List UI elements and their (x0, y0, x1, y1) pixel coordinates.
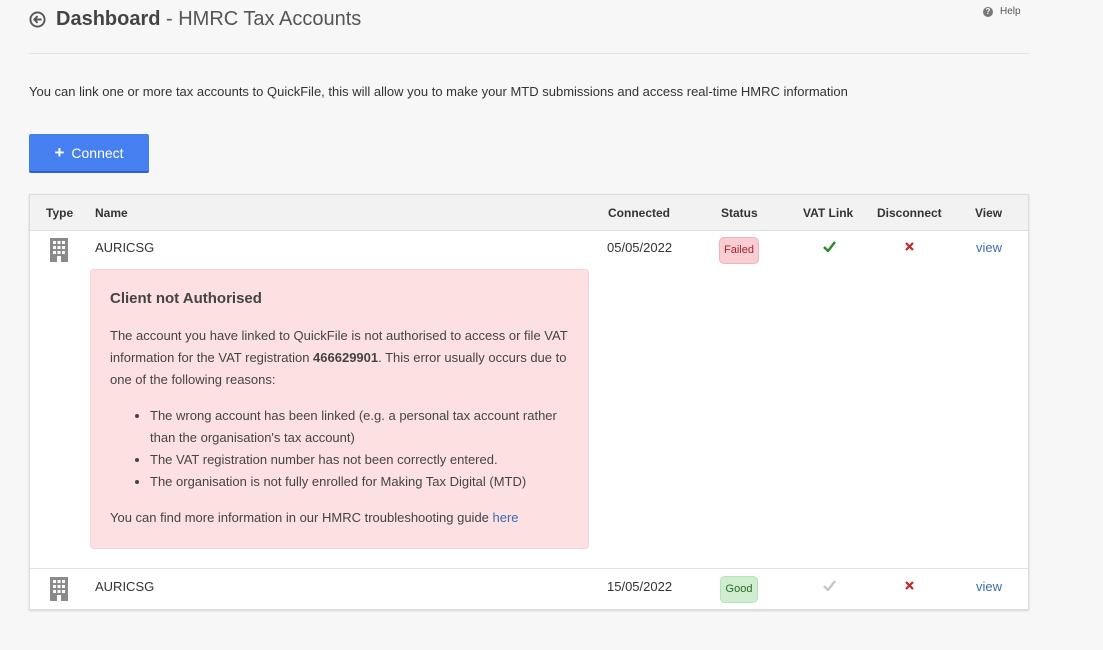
col-status: Status (721, 206, 758, 220)
col-connected: Connected (608, 206, 671, 220)
disconnect-icon[interactable] (905, 242, 914, 251)
tax-accounts-table: Type Name Connected Status VAT Link Disc… (29, 194, 1029, 610)
alert-title: Client not Authorised (110, 290, 262, 307)
col-vat-link: VAT Link (803, 206, 854, 220)
alert-body: The account you have linked to QuickFile… (110, 325, 569, 391)
plus-icon: + (54, 143, 65, 162)
check-icon (823, 580, 836, 591)
connected-date: 15/05/2022 (607, 579, 673, 594)
help-label: Help (1000, 6, 1021, 17)
list-item: The organisation is not fully enrolled f… (150, 471, 569, 493)
page-title: Dashboard - HMRC Tax Accounts (56, 8, 361, 31)
help-link[interactable]: ? Help (983, 6, 1021, 17)
col-type: Type (46, 206, 74, 220)
col-view: View (975, 206, 1003, 220)
list-item: The wrong account has been linked (e.g. … (150, 405, 569, 449)
page-header: Dashboard - HMRC Tax Accounts (29, 8, 361, 31)
list-item: The VAT registration number has not been… (150, 449, 569, 471)
view-link[interactable]: view (976, 579, 1002, 594)
question-icon: ? (983, 6, 993, 17)
disconnect-icon[interactable] (905, 581, 914, 590)
header-divider (29, 53, 1029, 54)
page-title-rest: - HMRC Tax Accounts (160, 8, 362, 30)
troubleshooting-link[interactable]: here (493, 510, 519, 525)
page-title-bold: Dashboard (56, 8, 161, 30)
status-badge: Good (720, 576, 758, 603)
building-icon (50, 577, 68, 601)
error-alert: Client not Authorised The account you ha… (90, 269, 589, 549)
connect-button[interactable]: + Connect (29, 134, 149, 173)
connect-label: Connect (71, 144, 124, 161)
account-name: AURICSG (95, 579, 155, 594)
col-disconnect: Disconnect (877, 206, 942, 220)
building-icon (50, 238, 68, 262)
status-badge: Failed (719, 237, 759, 264)
view-link[interactable]: view (976, 240, 1002, 255)
alert-footer: You can find more information in our HMR… (110, 507, 569, 529)
vat-number: 466629901 (313, 350, 379, 365)
row-divider (30, 568, 1028, 569)
reasons-list: The wrong account has been linked (e.g. … (110, 405, 569, 493)
table-header: Type Name Connected Status VAT Link Disc… (30, 195, 1028, 231)
back-arrow-icon[interactable] (29, 11, 46, 28)
connected-date: 05/05/2022 (607, 240, 673, 255)
check-icon (823, 241, 836, 252)
account-name: AURICSG (95, 240, 155, 255)
intro-text: You can link one or more tax accounts to… (29, 84, 848, 99)
alert-footer-text: You can find more information in our HMR… (110, 510, 493, 525)
col-name: Name (95, 206, 128, 220)
